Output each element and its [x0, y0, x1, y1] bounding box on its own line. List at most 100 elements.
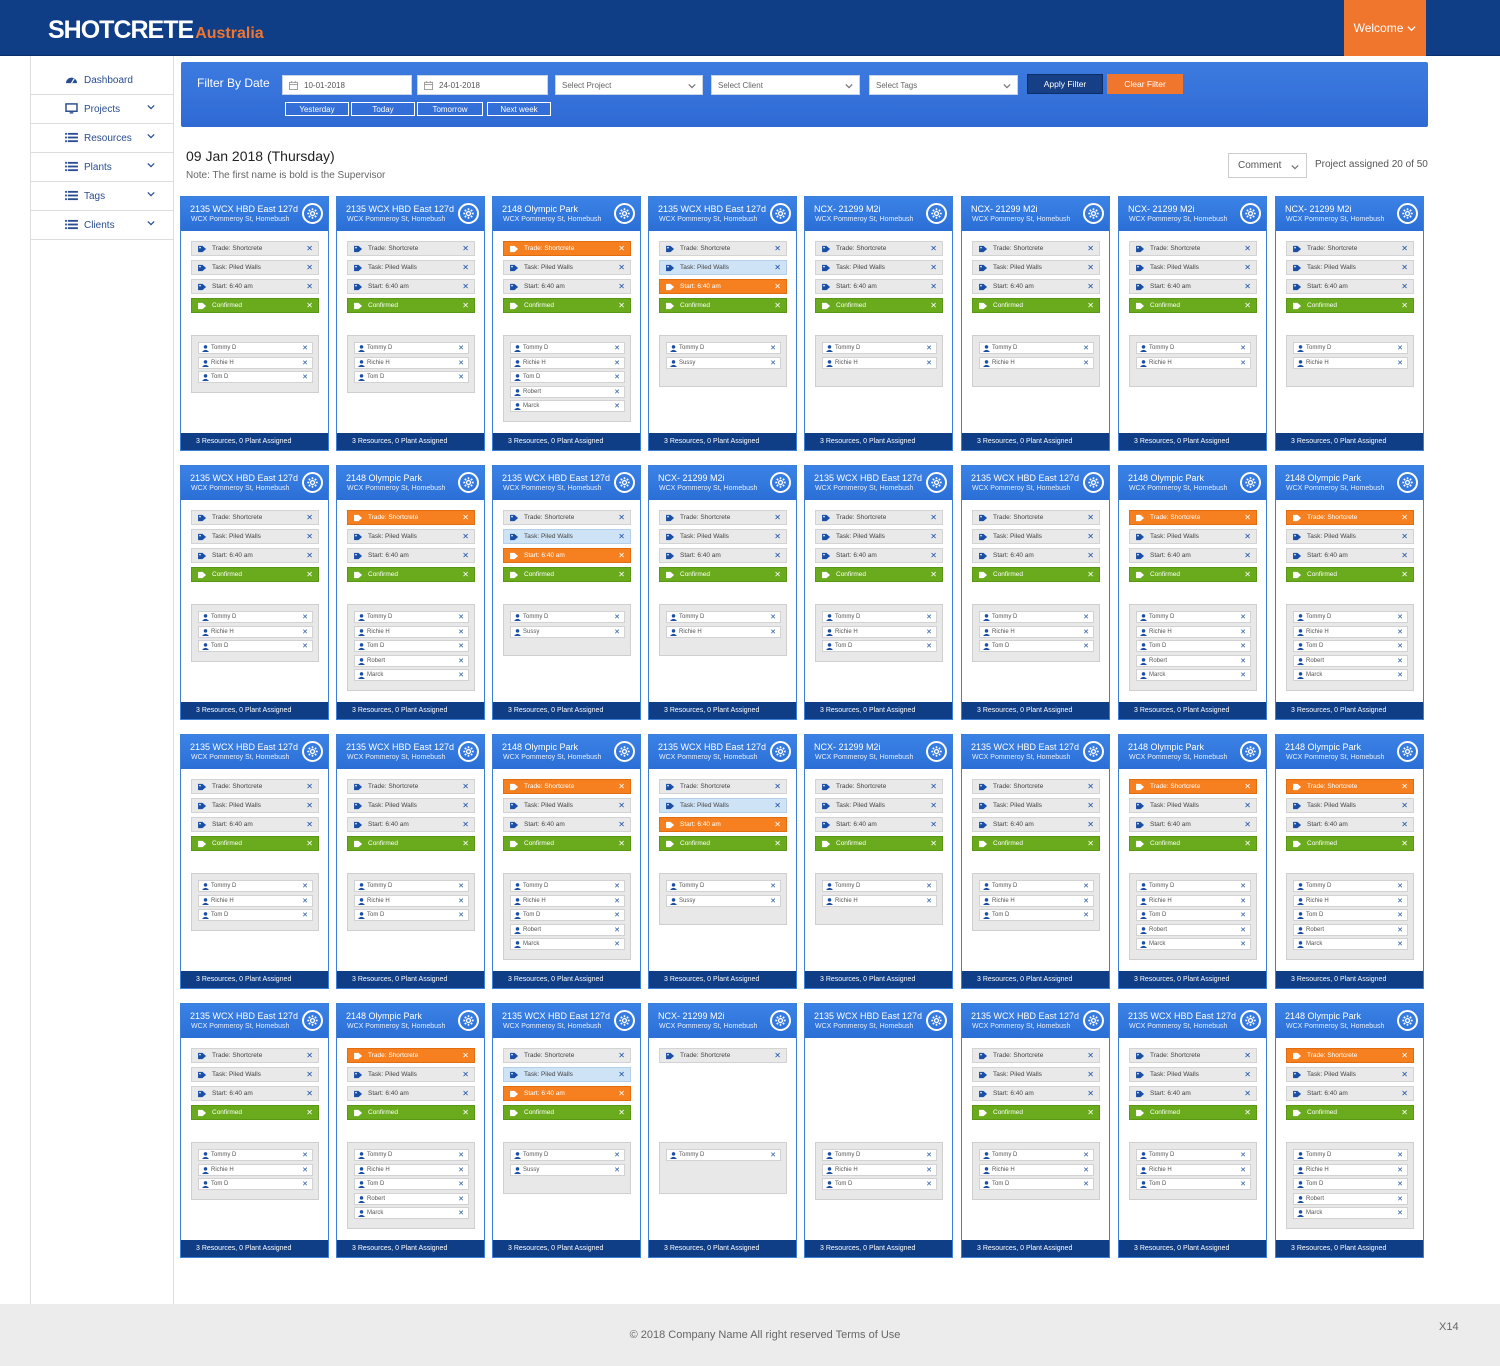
- close-icon[interactable]: ✕: [1244, 782, 1251, 791]
- resource-item[interactable]: Richie H ✕: [354, 1163, 469, 1176]
- close-icon[interactable]: ✕: [458, 1151, 464, 1159]
- tag-task[interactable]: Task: Piled Walls ✕: [659, 260, 787, 275]
- close-icon[interactable]: ✕: [302, 1166, 308, 1174]
- sidebar-item-tags[interactable]: Tags: [31, 182, 173, 211]
- tag-status[interactable]: Confirmed ✕: [659, 836, 787, 851]
- close-icon[interactable]: ✕: [1401, 1089, 1408, 1098]
- close-icon[interactable]: ✕: [1240, 897, 1246, 905]
- tag-trade[interactable]: Trade: Shortcrete ✕: [191, 1048, 319, 1063]
- close-icon[interactable]: ✕: [618, 1108, 625, 1117]
- tag-status[interactable]: Confirmed ✕: [815, 836, 943, 851]
- close-icon[interactable]: ✕: [926, 1166, 932, 1174]
- project-card[interactable]: 2148 Olympic Park WCX Pommeroy St, Homebu…: [1275, 465, 1424, 720]
- tag-status[interactable]: Confirmed ✕: [503, 298, 631, 313]
- gear-icon[interactable]: [1397, 472, 1418, 493]
- tag-task[interactable]: Task: Piled Walls ✕: [503, 260, 631, 275]
- close-icon[interactable]: ✕: [1083, 613, 1089, 621]
- resource-item[interactable]: Robert ✕: [1293, 654, 1408, 667]
- close-icon[interactable]: ✕: [614, 613, 620, 621]
- tag-trade[interactable]: Trade: Shortcrete ✕: [972, 1048, 1100, 1063]
- gear-icon[interactable]: [770, 1010, 791, 1031]
- close-icon[interactable]: ✕: [618, 1051, 625, 1060]
- tag-start[interactable]: Start: 6:40 am ✕: [815, 817, 943, 832]
- resource-item[interactable]: Tommy D ✕: [666, 880, 781, 892]
- tag-start[interactable]: Start: 6:40 am ✕: [1286, 548, 1414, 563]
- tag-start[interactable]: Start: 6:40 am ✕: [972, 1086, 1100, 1101]
- close-icon[interactable]: ✕: [1087, 1051, 1094, 1060]
- close-icon[interactable]: ✕: [1087, 782, 1094, 791]
- tag-status[interactable]: Confirmed ✕: [815, 298, 943, 313]
- close-icon[interactable]: ✕: [302, 373, 308, 381]
- close-icon[interactable]: ✕: [1087, 1108, 1094, 1117]
- close-icon[interactable]: ✕: [614, 911, 620, 919]
- resource-item[interactable]: Tommy D ✕: [979, 880, 1094, 892]
- resource-item[interactable]: Tommy D ✕: [822, 880, 937, 892]
- resource-item[interactable]: Richie H ✕: [198, 1163, 313, 1176]
- close-icon[interactable]: ✕: [1083, 897, 1089, 905]
- close-icon[interactable]: ✕: [1087, 1089, 1094, 1098]
- tag-trade[interactable]: Trade: Shortcrete ✕: [503, 241, 631, 256]
- close-icon[interactable]: ✕: [462, 263, 469, 272]
- close-icon[interactable]: ✕: [462, 282, 469, 291]
- tag-start[interactable]: Start: 6:40 am ✕: [972, 279, 1100, 294]
- project-card[interactable]: 2135 WCX HBD East 127d WCX Pommeroy St, H…: [1118, 1003, 1267, 1258]
- tag-task[interactable]: Task: Piled Walls ✕: [503, 529, 631, 544]
- close-icon[interactable]: ✕: [462, 1089, 469, 1098]
- close-icon[interactable]: ✕: [1083, 359, 1089, 367]
- close-icon[interactable]: ✕: [1240, 613, 1246, 621]
- resource-item[interactable]: Robert ✕: [1136, 923, 1251, 936]
- close-icon[interactable]: ✕: [1240, 1166, 1246, 1174]
- close-icon[interactable]: ✕: [306, 513, 313, 522]
- close-icon[interactable]: ✕: [458, 1195, 464, 1203]
- close-icon[interactable]: ✕: [1397, 628, 1403, 636]
- close-icon[interactable]: ✕: [1401, 301, 1408, 310]
- close-icon[interactable]: ✕: [1083, 628, 1089, 636]
- project-card[interactable]: 2135 WCX HBD East 127d WCX Pommeroy St, H…: [804, 1003, 953, 1258]
- resource-item[interactable]: Tommy D ✕: [1293, 611, 1408, 623]
- tag-start[interactable]: Start: 6:40 am ✕: [503, 817, 631, 832]
- resource-item[interactable]: Tommy D ✕: [510, 611, 625, 623]
- resource-item[interactable]: Marck ✕: [1293, 938, 1408, 950]
- close-icon[interactable]: ✕: [930, 820, 937, 829]
- close-icon[interactable]: ✕: [458, 642, 464, 650]
- tag-trade[interactable]: Trade: Shortcrete ✕: [191, 241, 319, 256]
- close-icon[interactable]: ✕: [774, 570, 781, 579]
- close-icon[interactable]: ✕: [618, 1089, 625, 1098]
- close-icon[interactable]: ✕: [1401, 282, 1408, 291]
- tag-task[interactable]: Task: Piled Walls ✕: [347, 260, 475, 275]
- close-icon[interactable]: ✕: [1087, 551, 1094, 560]
- close-icon[interactable]: ✕: [1083, 344, 1089, 352]
- tag-task[interactable]: Task: Piled Walls ✕: [972, 529, 1100, 544]
- resource-item[interactable]: Tommy D ✕: [510, 880, 625, 892]
- tag-status[interactable]: Confirmed ✕: [347, 836, 475, 851]
- close-icon[interactable]: ✕: [774, 801, 781, 810]
- close-icon[interactable]: ✕: [1240, 1180, 1246, 1188]
- close-icon[interactable]: ✕: [1397, 882, 1403, 890]
- close-icon[interactable]: ✕: [1240, 911, 1246, 919]
- resource-item[interactable]: Tom D ✕: [822, 640, 937, 652]
- close-icon[interactable]: ✕: [770, 628, 776, 636]
- close-icon[interactable]: ✕: [1083, 911, 1089, 919]
- resource-item[interactable]: Richie H ✕: [1293, 356, 1408, 369]
- project-card[interactable]: 2148 Olympic Park WCX Pommeroy St, Homebu…: [492, 196, 641, 451]
- tag-task[interactable]: Task: Piled Walls ✕: [972, 1067, 1100, 1082]
- resource-item[interactable]: Tom D ✕: [979, 640, 1094, 652]
- resource-item[interactable]: Richie H ✕: [979, 1163, 1094, 1176]
- close-icon[interactable]: ✕: [618, 282, 625, 291]
- close-icon[interactable]: ✕: [1087, 532, 1094, 541]
- resource-item[interactable]: Tom D ✕: [1293, 640, 1408, 652]
- project-card[interactable]: 2148 Olympic Park WCX Pommeroy St, Homebu…: [336, 465, 485, 720]
- close-icon[interactable]: ✕: [306, 839, 313, 848]
- close-icon[interactable]: ✕: [302, 642, 308, 650]
- sidebar-item-dashboard[interactable]: Dashboard: [31, 66, 173, 95]
- resource-item[interactable]: Tommy D ✕: [666, 342, 781, 354]
- close-icon[interactable]: ✕: [302, 882, 308, 890]
- close-icon[interactable]: ✕: [1240, 926, 1246, 934]
- close-icon[interactable]: ✕: [462, 782, 469, 791]
- resource-item[interactable]: Marck ✕: [354, 669, 469, 681]
- resource-item[interactable]: Tommy D ✕: [510, 342, 625, 354]
- gear-icon[interactable]: [614, 741, 635, 762]
- close-icon[interactable]: ✕: [770, 882, 776, 890]
- brand-logo[interactable]: SHOTCRETE Australia: [48, 16, 264, 45]
- resource-item[interactable]: Tommy D ✕: [1136, 342, 1251, 354]
